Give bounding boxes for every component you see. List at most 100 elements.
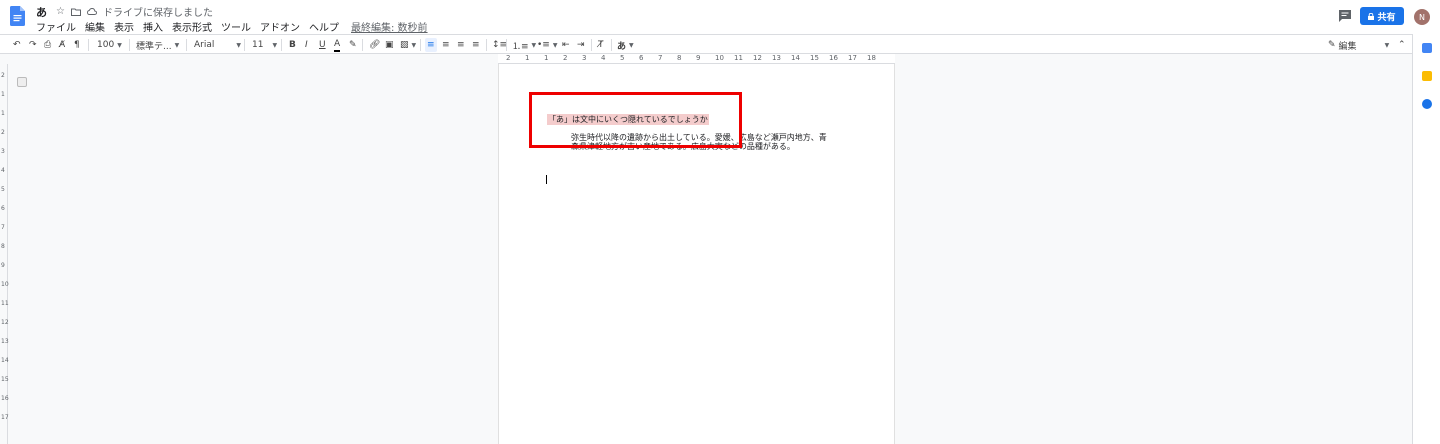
- bold-button[interactable]: B: [289, 38, 296, 52]
- formatting-toolbar: ↶ ↷ ⎙ A̸ ¶ 100 ▼ 標準テ... ▼ Arial ▼ 11 ▼ B I U…: [0, 34, 1440, 54]
- line-spacing-icon[interactable]: ↕≡: [492, 38, 507, 52]
- chevron-down-icon: ▼: [236, 41, 241, 49]
- align-left-icon[interactable]: ≡: [425, 38, 437, 52]
- menu-view[interactable]: 表示: [114, 19, 138, 34]
- ruler-tick: 15: [1, 376, 9, 383]
- ruler-tick: 15: [810, 54, 819, 62]
- italic-button[interactable]: I: [305, 38, 308, 52]
- tasks-icon[interactable]: [1422, 99, 1432, 109]
- align-center-icon[interactable]: ≡: [442, 38, 450, 52]
- zoom-value: 100: [97, 40, 115, 50]
- input-tools-value: あ: [617, 41, 627, 52]
- add-comment-icon[interactable]: ▣: [385, 38, 394, 52]
- ruler-tick: 4: [1, 167, 5, 174]
- side-panel: [1412, 34, 1440, 444]
- clear-formatting-icon[interactable]: T̸: [598, 38, 604, 52]
- menu-addons[interactable]: アドオン: [260, 19, 304, 34]
- title-bar: あ ☆ ドライブに保存しました ファイル 編集 表示 挿入 表示形式 ツール ア…: [0, 0, 1440, 34]
- document-outline-icon[interactable]: [17, 77, 27, 87]
- ruler-tick: 5: [620, 54, 625, 62]
- ruler-tick: 12: [1, 319, 9, 326]
- title-actions: ☆ ドライブに保存しました: [56, 4, 213, 19]
- paint-format-icon[interactable]: ¶: [74, 38, 80, 52]
- align-justify-icon[interactable]: ≡: [472, 38, 480, 52]
- vertical-ruler[interactable]: 2 1 1 2 3 4 5 6 7 8 9 10 11 12 13 14 15 16 17: [0, 64, 9, 444]
- bulleted-list-icon[interactable]: •≡ ▼: [537, 38, 557, 52]
- insert-image-icon[interactable]: ▨ ▼: [400, 38, 416, 52]
- font-select[interactable]: Arial ▼: [194, 38, 241, 52]
- avatar[interactable]: N: [1414, 9, 1430, 25]
- font-size-select[interactable]: 11 ▼: [252, 38, 277, 52]
- docs-logo-icon[interactable]: [10, 6, 25, 26]
- chevron-down-icon: ▼: [411, 41, 417, 49]
- last-edit-link[interactable]: 最終編集: 数秒前: [351, 19, 432, 34]
- insert-link-icon[interactable]: 🔗︎: [369, 38, 380, 52]
- style-value: 標準テ...: [136, 41, 172, 52]
- menu-help[interactable]: ヘルプ: [309, 19, 343, 34]
- align-right-icon[interactable]: ≡: [457, 38, 465, 52]
- ruler-tick: 5: [1, 186, 5, 193]
- highlight-color-icon[interactable]: ✎: [349, 38, 357, 52]
- ruler-tick: 4: [601, 54, 606, 62]
- keep-icon[interactable]: [1422, 71, 1432, 81]
- input-tools-select[interactable]: あ ▼: [617, 38, 634, 52]
- chevron-down-icon: ▼: [1384, 41, 1390, 49]
- calendar-icon[interactable]: [1422, 43, 1432, 53]
- menu-format[interactable]: 表示形式: [172, 19, 216, 34]
- editing-mode-select[interactable]: ✎ 編集 ▼: [1328, 38, 1389, 52]
- ruler-tick: 2: [563, 54, 568, 62]
- underline-button[interactable]: U: [319, 38, 326, 52]
- save-status: ドライブに保存しました: [102, 8, 213, 19]
- print-icon[interactable]: ⎙: [44, 38, 51, 52]
- ruler-tick: 9: [1, 262, 5, 269]
- annotation-box: [529, 92, 742, 148]
- menu-insert[interactable]: 挿入: [143, 19, 167, 34]
- increase-indent-icon[interactable]: ⇥: [577, 38, 585, 52]
- ruler-tick: 16: [829, 54, 838, 62]
- undo-icon[interactable]: ↶: [13, 38, 21, 52]
- chevron-down-icon: ▼: [117, 41, 122, 49]
- numbered-list-icon[interactable]: ⒈≡ ▼: [512, 38, 536, 52]
- ruler-tick: 6: [639, 54, 644, 62]
- ruler-tick: 2: [1, 129, 5, 136]
- ruler-tick: 3: [1, 148, 5, 155]
- chevron-down-icon: ▼: [272, 41, 278, 49]
- ruler-tick: 17: [1, 414, 9, 421]
- text-color-button[interactable]: A: [334, 38, 341, 52]
- move-folder-icon[interactable]: [70, 8, 81, 16]
- horizontal-ruler[interactable]: 2 1 1 2 3 4 5 6 7 8 9 10 11 12 13 14 15 16 17 18: [498, 54, 895, 64]
- ruler-tick: 2: [506, 54, 511, 62]
- ruler-tick: 12: [753, 54, 762, 62]
- ruler-tick: 10: [1, 281, 9, 288]
- ruler-tick: 17: [848, 54, 857, 62]
- document-title[interactable]: あ: [36, 4, 47, 20]
- chevron-down-icon: ▼: [629, 41, 634, 49]
- ruler-tick: 1: [1, 91, 5, 98]
- ruler-tick: 16: [1, 395, 9, 402]
- ruler-tick: 1: [544, 54, 549, 62]
- menu-tools[interactable]: ツール: [221, 19, 255, 34]
- redo-icon[interactable]: ↷: [29, 38, 37, 52]
- menu-edit[interactable]: 編集: [85, 19, 109, 34]
- menu-bar: ファイル 編集 表示 挿入 表示形式 ツール アドオン ヘルプ 最終編集: 数秒…: [36, 19, 437, 34]
- ruler-tick: 10: [715, 54, 724, 62]
- style-select[interactable]: 標準テ... ▼: [136, 38, 179, 52]
- ruler-tick: 1: [1, 110, 5, 117]
- ruler-tick: 13: [772, 54, 781, 62]
- zoom-select[interactable]: 100 ▼: [97, 38, 122, 52]
- ruler-tick: 11: [1, 300, 9, 307]
- share-button[interactable]: 共有: [1360, 7, 1404, 25]
- font-size-value: 11: [252, 40, 264, 50]
- ruler-tick: 7: [1, 224, 5, 231]
- ruler-tick: 13: [1, 338, 9, 345]
- chevron-down-icon: ▼: [531, 41, 537, 49]
- menu-file[interactable]: ファイル: [36, 19, 80, 34]
- hide-menus-icon[interactable]: ⌃: [1398, 38, 1406, 52]
- decrease-indent-icon[interactable]: ⇤: [562, 38, 570, 52]
- spellcheck-icon[interactable]: A̸: [59, 38, 65, 52]
- comment-history-icon[interactable]: [1338, 9, 1352, 23]
- star-icon[interactable]: ☆: [56, 6, 65, 17]
- chevron-down-icon: ▼: [174, 41, 180, 49]
- ruler-tick: 9: [696, 54, 701, 62]
- chevron-down-icon: ▼: [552, 41, 558, 49]
